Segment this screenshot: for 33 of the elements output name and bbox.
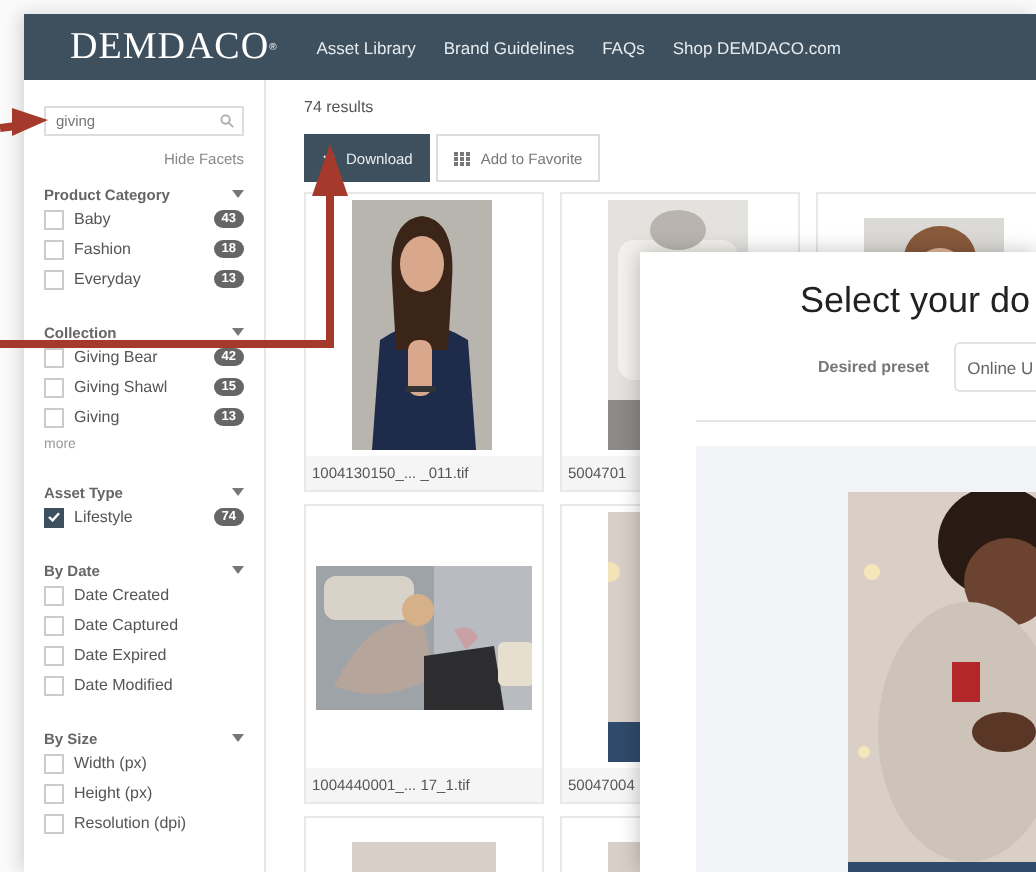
facet-option[interactable]: Resolution (dpi) (74, 814, 244, 832)
dialog-title: Select your do (800, 280, 1033, 322)
annotation-arrow (0, 108, 48, 136)
preset-select[interactable]: Online U (953, 342, 1036, 392)
search-icon[interactable] (220, 114, 234, 128)
registered-mark: ® (269, 41, 277, 53)
facet-option[interactable]: Date Modified (74, 676, 244, 694)
facet-option[interactable]: Giving Bear (74, 348, 214, 366)
caret-icon[interactable] (232, 734, 244, 742)
results-count: 74 results (304, 98, 374, 116)
caret-icon[interactable] (232, 488, 244, 496)
logo[interactable]: DEMDACO (70, 25, 270, 69)
nav-link[interactable]: Asset Library (316, 37, 416, 57)
facet-option[interactable]: Width (px) (74, 754, 244, 772)
nav-link[interactable]: Shop DEMDACO.com (672, 37, 841, 57)
facet-option[interactable]: Lifestyle (74, 508, 214, 526)
facet-option[interactable]: Everyday (74, 270, 214, 288)
facet-option[interactable]: Date Expired (74, 646, 244, 664)
nav-link[interactable]: Brand Guidelines (443, 37, 575, 57)
caret-icon[interactable] (232, 328, 244, 336)
facet-option[interactable]: Height (px) (74, 784, 244, 802)
nav-link[interactable]: FAQs (602, 37, 645, 57)
grid-icon (454, 151, 471, 165)
facet-option[interactable]: Date Created (74, 586, 244, 604)
facet-option[interactable]: Fashion (74, 240, 214, 258)
facet-option[interactable]: Giving (74, 408, 214, 426)
caret-icon[interactable] (232, 566, 244, 574)
checkbox[interactable] (44, 507, 64, 527)
facet-option[interactable]: Giving Shawl (74, 378, 214, 396)
facet-option[interactable]: Baby (74, 210, 214, 228)
preset-label: Desired preset (818, 358, 930, 376)
facet-option[interactable]: Date Captured (74, 616, 244, 634)
caret-icon[interactable] (232, 190, 244, 198)
